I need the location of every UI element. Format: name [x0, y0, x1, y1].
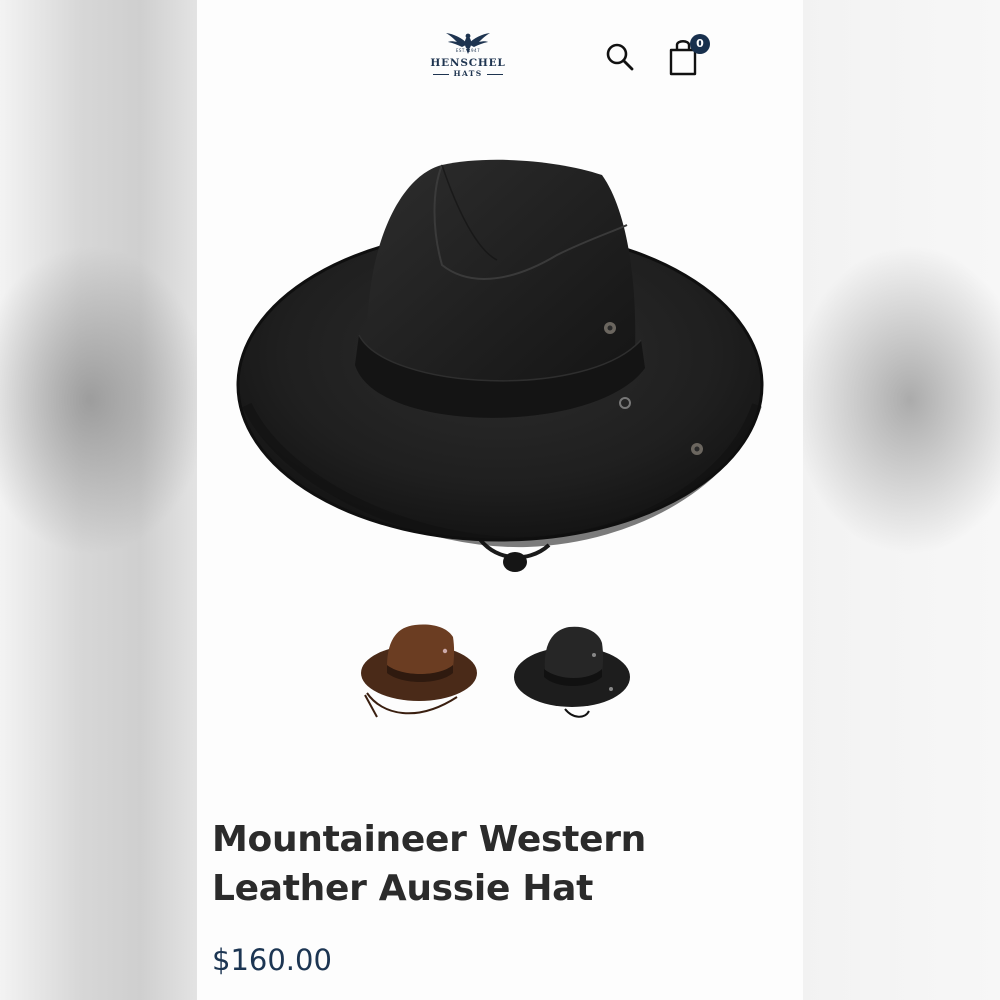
- thumbnail-brown-hat[interactable]: [357, 615, 487, 727]
- black-leather-hat-image: [236, 159, 764, 572]
- thumbnail-strip: [357, 615, 657, 730]
- cart-count-badge: 0: [690, 34, 710, 54]
- product-title-line-2: Leather Aussie Hat: [212, 868, 594, 909]
- thumbnail-black-hat[interactable]: [507, 615, 637, 727]
- logo-rule-right: [487, 74, 503, 75]
- site-header: EST. 1947 HENSCHEL HATS 0: [197, 0, 803, 100]
- product-page: EST. 1947 HENSCHEL HATS 0 Mountaineer We…: [197, 0, 803, 1000]
- product-price: $160.00: [212, 943, 332, 977]
- cart-button[interactable]: 0: [667, 34, 717, 78]
- search-button[interactable]: [603, 40, 637, 74]
- brown-leather-hat-thumbnail: [361, 624, 477, 718]
- black-leather-hat-thumbnail: [514, 626, 630, 718]
- product-title: Mountaineer Western Leather Aussie Hat: [212, 815, 772, 913]
- main-product-image[interactable]: [227, 150, 773, 590]
- brand-logo[interactable]: EST. 1947 HENSCHEL HATS: [429, 30, 507, 84]
- product-title-line-1: Mountaineer Western: [212, 819, 646, 860]
- search-icon: [606, 43, 634, 71]
- logo-est-text: EST. 1947: [455, 48, 481, 53]
- logo-name: HENSCHEL: [430, 57, 506, 69]
